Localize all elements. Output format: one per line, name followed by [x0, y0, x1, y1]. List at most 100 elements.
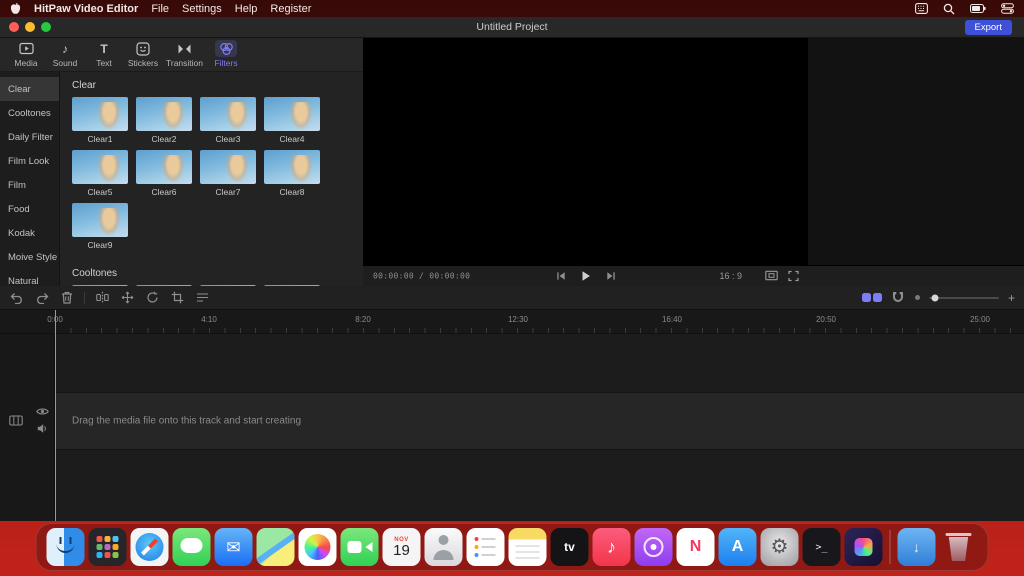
crop-icon[interactable] [170, 290, 185, 305]
filter-item[interactable]: Clear7 [200, 150, 256, 197]
transform-icon[interactable] [120, 290, 135, 305]
filter-item[interactable]: Clear1 [72, 97, 128, 144]
filter-item[interactable]: Clear4 [264, 97, 320, 144]
app-menu[interactable]: HitPaw Video Editor [34, 3, 138, 15]
dock-icon-finder[interactable] [47, 528, 85, 566]
sidebar-item-daily-filter[interactable]: Daily Filter [0, 125, 59, 149]
filter-item[interactable]: Clear3 [200, 97, 256, 144]
timeline-ruler[interactable]: 0:00 4:10 8:20 12:30 16:40 20:50 25:00 [0, 310, 1024, 334]
filter-item[interactable]: Clear8 [264, 150, 320, 197]
sidebar-item-film-look[interactable]: Film Look [0, 149, 59, 173]
sidebar-item-moive-style[interactable]: Moive Style [0, 245, 59, 269]
battery-icon[interactable] [970, 4, 986, 13]
zoom-button[interactable] [41, 22, 51, 32]
control-center-icon[interactable] [1001, 3, 1014, 14]
aspect-ratio-select[interactable]: 16 : 9 [719, 271, 742, 281]
previous-frame-icon[interactable] [553, 269, 568, 284]
dock-icon-reminders[interactable] [467, 528, 505, 566]
dock-icon-music[interactable]: ♪ [593, 528, 631, 566]
delete-icon[interactable] [59, 290, 74, 305]
filter-item[interactable]: Clear6 [136, 150, 192, 197]
dock-icon-safari[interactable] [131, 528, 169, 566]
zoom-slider-knob[interactable] [931, 294, 938, 301]
filter-thumbnail[interactable] [200, 97, 256, 131]
sidebar-item-clear[interactable]: Clear [0, 77, 59, 101]
next-frame-icon[interactable] [603, 269, 618, 284]
dock-icon-calendar[interactable]: NOV 19 [383, 528, 421, 566]
export-button[interactable]: Export [965, 20, 1012, 35]
main-video-track[interactable]: Drag the media file onto this track and … [0, 392, 1024, 450]
dock-icon-hitpaw[interactable] [845, 528, 883, 566]
dock-icon-launchpad[interactable] [89, 528, 127, 566]
filter-thumbnail[interactable] [72, 203, 128, 237]
menu-item-file[interactable]: File [151, 3, 169, 15]
filter-item[interactable]: Clear9 [72, 203, 128, 250]
tab-filters[interactable]: Filters [210, 40, 242, 68]
rotate-icon[interactable] [145, 290, 160, 305]
dock-icon-apple-tv[interactable]: tv [551, 528, 589, 566]
dock-icon-photos[interactable] [299, 528, 337, 566]
dock-icon-app-store[interactable]: A [719, 528, 757, 566]
sidebar-item-kodak[interactable]: Kodak [0, 221, 59, 245]
track-mute-icon[interactable] [37, 423, 48, 434]
dock-icon-mail[interactable]: ✉ [215, 528, 253, 566]
tab-text[interactable]: T Text [88, 40, 120, 68]
dock-icon-news[interactable]: N [677, 528, 715, 566]
tab-transition[interactable]: Transition [166, 40, 203, 68]
filter-item[interactable]: Clear5 [72, 150, 128, 197]
play-icon[interactable] [578, 269, 593, 284]
timeline-zoom-slider[interactable] [929, 297, 999, 299]
sidebar-item-film[interactable]: Film [0, 173, 59, 197]
input-source-icon[interactable] [915, 3, 928, 14]
apple-menu-icon[interactable] [10, 2, 21, 15]
filter-label: Clear4 [279, 134, 304, 144]
zoom-out-dot-icon[interactable] [915, 295, 920, 300]
filter-thumbnail[interactable] [136, 97, 192, 131]
sidebar-item-cooltones[interactable]: Cooltones [0, 101, 59, 125]
music-note-icon: ♪ [607, 538, 616, 556]
magnet-snap-icon[interactable] [891, 290, 906, 305]
filter-thumbnail[interactable] [72, 97, 128, 131]
close-button[interactable] [9, 22, 19, 32]
filter-thumbnail[interactable] [72, 150, 128, 184]
preview-size-icon[interactable] [765, 271, 778, 282]
filter-item[interactable]: Clear2 [136, 97, 192, 144]
tab-media[interactable]: Media [10, 40, 42, 68]
dock-icon-podcasts[interactable] [635, 528, 673, 566]
tab-label: Text [96, 58, 112, 68]
search-icon[interactable] [943, 3, 955, 15]
tab-stickers[interactable]: Stickers [127, 40, 159, 68]
filter-label: Clear9 [87, 240, 112, 250]
filter-thumbnail[interactable] [264, 150, 320, 184]
ripple-toggle-icon[interactable] [862, 293, 882, 302]
track-header [0, 334, 55, 521]
filter-thumbnail[interactable] [264, 97, 320, 131]
minimize-button[interactable] [25, 22, 35, 32]
dock-icon-contacts[interactable] [425, 528, 463, 566]
track-visibility-icon[interactable] [36, 407, 49, 416]
dock-icon-facetime[interactable] [341, 528, 379, 566]
dock-icon-notes[interactable] [509, 528, 547, 566]
dock-icon-maps[interactable] [257, 528, 295, 566]
menu-item-settings[interactable]: Settings [182, 3, 222, 15]
fullscreen-icon[interactable] [788, 271, 799, 282]
dock-icon-trash[interactable] [940, 528, 978, 566]
filter-thumbnail[interactable] [200, 150, 256, 184]
menu-item-help[interactable]: Help [235, 3, 258, 15]
tab-label: Media [14, 58, 37, 68]
dock-icon-messages[interactable] [173, 528, 211, 566]
dock-icon-downloads[interactable]: ↓ [898, 528, 936, 566]
dock-icon-system-settings[interactable]: ⚙ [761, 528, 799, 566]
keyframe-list-icon[interactable] [195, 290, 210, 305]
dock: ✉ NOV 19 tv ♪ N A ⚙ >_ ↓ [36, 523, 989, 571]
dock-icon-terminal[interactable]: >_ [803, 528, 841, 566]
zoom-in-icon[interactable]: + [1008, 292, 1015, 304]
sidebar-item-food[interactable]: Food [0, 197, 59, 221]
split-icon[interactable] [95, 290, 110, 305]
tab-sound[interactable]: ♪ Sound [49, 40, 81, 68]
filter-thumbnail[interactable] [136, 150, 192, 184]
playhead[interactable] [55, 310, 56, 521]
menu-item-register[interactable]: Register [270, 3, 311, 15]
redo-icon[interactable] [34, 290, 49, 305]
undo-icon[interactable] [9, 290, 24, 305]
